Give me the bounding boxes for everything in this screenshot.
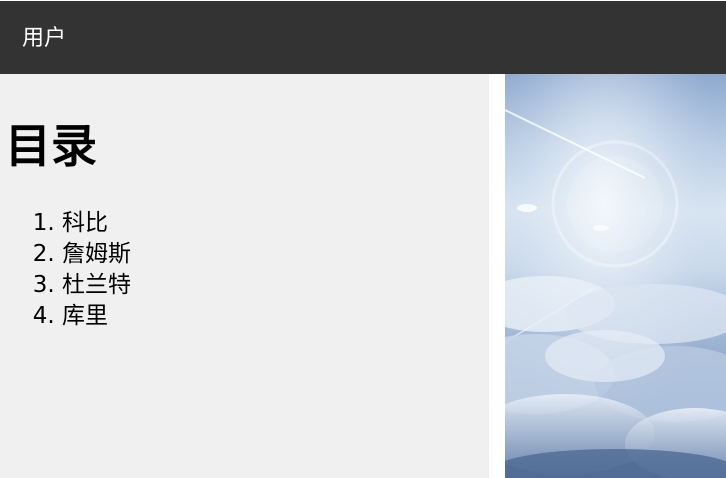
sky-clouds-illustration xyxy=(505,74,726,478)
directory-panel: 目录 科比 詹姆斯 杜兰特 库里 xyxy=(0,74,489,478)
player-list: 科比 詹姆斯 杜兰特 库里 xyxy=(0,208,131,332)
top-navbar: 用户 xyxy=(0,0,726,74)
column-gap xyxy=(489,74,505,478)
list-item: 库里 xyxy=(62,301,131,332)
user-nav-link[interactable]: 用户 xyxy=(22,24,66,54)
directory-heading: 目录 xyxy=(5,119,97,173)
sky-clouds-image xyxy=(505,74,726,478)
list-item: 科比 xyxy=(62,208,131,239)
list-item: 杜兰特 xyxy=(62,270,131,301)
list-item: 詹姆斯 xyxy=(62,239,131,270)
